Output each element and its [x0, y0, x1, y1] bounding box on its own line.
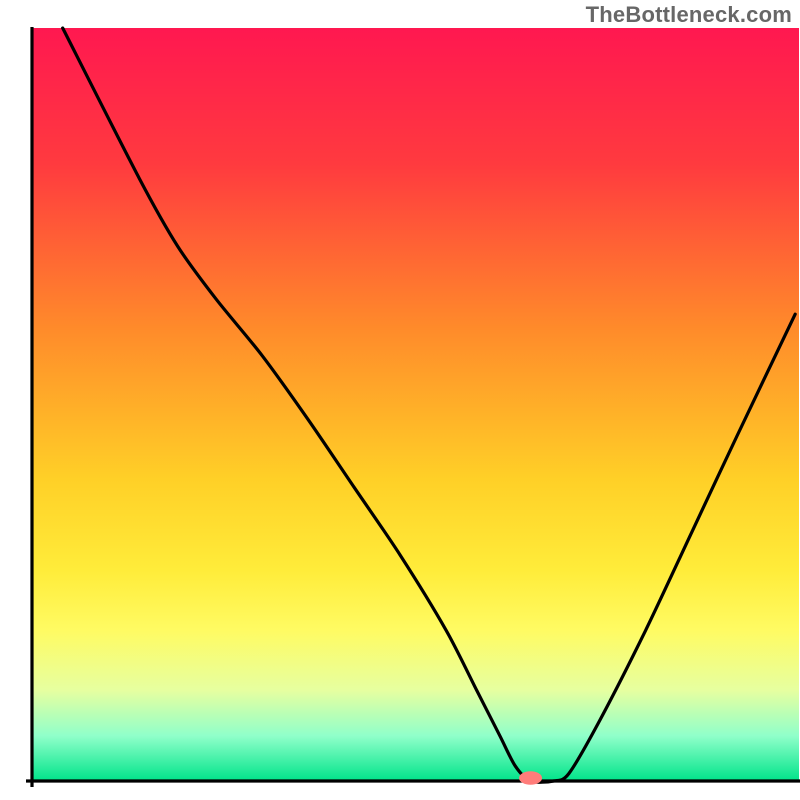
chart-svg [0, 0, 800, 800]
optimal-point-marker [519, 771, 542, 785]
chart-background [32, 28, 799, 781]
watermark-text: TheBottleneck.com [586, 2, 792, 28]
bottleneck-chart: TheBottleneck.com [0, 0, 800, 800]
